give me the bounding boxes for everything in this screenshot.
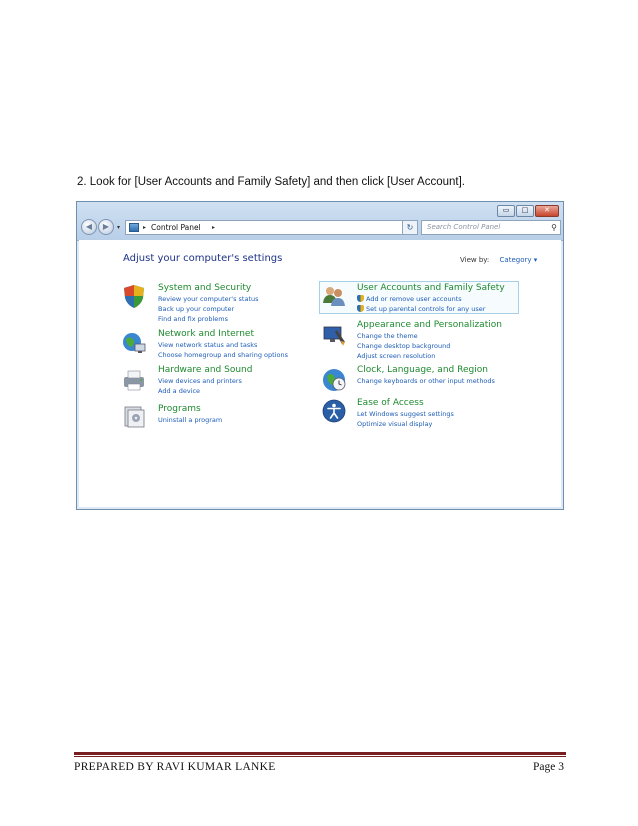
category-link[interactable]: Review your computer's status	[158, 294, 259, 304]
network-icon	[123, 333, 146, 353]
link-label: Set up parental controls for any user	[366, 305, 486, 313]
category-title[interactable]: System and Security	[158, 282, 259, 294]
category-appearance-and-personalization: Appearance and Personalization Change th…	[357, 319, 502, 361]
footer-rule	[74, 752, 566, 755]
back-button[interactable]: ◀	[81, 219, 97, 235]
category-clock-language-and-region: Clock, Language, and Region Change keybo…	[357, 364, 495, 386]
search-placeholder: Search Control Panel	[427, 223, 501, 231]
category-hardware-and-sound: Hardware and Sound View devices and prin…	[158, 364, 252, 396]
title-bar: ▭ □ ✕ ◀ ▶ ▾ ▸ Control Panel ▸ ▾ ↻ Search…	[77, 202, 563, 241]
uac-shield-icon	[357, 295, 364, 302]
users-icon	[323, 287, 345, 306]
category-link[interactable]: Adjust screen resolution	[357, 351, 502, 361]
category-link[interactable]: Choose homegroup and sharing options	[158, 350, 288, 360]
view-by-dropdown[interactable]: Category ▾	[500, 256, 538, 264]
refresh-button[interactable]: ↻	[402, 220, 418, 235]
printer-icon	[124, 370, 144, 391]
shield-icon	[124, 285, 144, 308]
ease-of-access-icon	[322, 399, 346, 423]
category-title[interactable]: Programs	[158, 403, 222, 415]
category-link[interactable]: Let Windows suggest settings	[357, 409, 454, 419]
category-link[interactable]: Set up parental controls for any user	[357, 304, 505, 314]
category-title[interactable]: Appearance and Personalization	[357, 319, 502, 331]
category-link[interactable]: Optimize visual display	[357, 419, 454, 429]
breadcrumb-chevron-icon[interactable]: ▸	[212, 221, 215, 234]
category-title[interactable]: Clock, Language, and Region	[357, 364, 495, 376]
address-bar[interactable]: ▸ Control Panel ▸ ▾	[125, 220, 415, 235]
category-link[interactable]: Add a device	[158, 386, 252, 396]
content-pane: Adjust your computer's settings View by:…	[79, 240, 561, 507]
category-programs: Programs Uninstall a program	[158, 403, 222, 425]
category-link[interactable]: Add or remove user accounts	[357, 294, 505, 304]
category-link[interactable]: Change keyboards or other input methods	[357, 376, 495, 386]
category-ease-of-access: Ease of Access Let Windows suggest setti…	[357, 397, 454, 429]
link-label: Add or remove user accounts	[366, 295, 462, 303]
category-link[interactable]: Uninstall a program	[158, 415, 222, 425]
category-title[interactable]: Hardware and Sound	[158, 364, 252, 376]
category-link[interactable]: Change the theme	[357, 331, 502, 341]
category-link[interactable]: View devices and printers	[158, 376, 252, 386]
minimize-button[interactable]: ▭	[497, 205, 515, 217]
globe-clock-icon	[323, 369, 346, 391]
close-button[interactable]: ✕	[535, 205, 559, 217]
appearance-icon	[323, 326, 345, 346]
view-by: View by: Category ▾	[460, 256, 537, 264]
category-link[interactable]: Back up your computer	[158, 304, 259, 314]
page-title: Adjust your computer's settings	[123, 253, 283, 264]
control-panel-window: ▭ □ ✕ ◀ ▶ ▾ ▸ Control Panel ▸ ▾ ↻ Search…	[76, 201, 564, 510]
category-network-and-internet: Network and Internet View network status…	[158, 328, 288, 360]
breadcrumb-control-panel[interactable]: Control Panel	[151, 221, 201, 234]
forward-button[interactable]: ▶	[98, 219, 114, 235]
programs-icon	[124, 406, 145, 428]
category-title[interactable]: Ease of Access	[357, 397, 454, 409]
search-input[interactable]: Search Control Panel ⚲	[421, 220, 561, 235]
category-system-and-security: System and Security Review your computer…	[158, 282, 259, 324]
window-controls: ▭ □ ✕	[497, 205, 559, 217]
category-link[interactable]: View network status and tasks	[158, 340, 288, 350]
category-user-accounts-and-family-safety: User Accounts and Family Safety Add or r…	[357, 282, 505, 314]
breadcrumb-chevron-icon[interactable]: ▸	[143, 221, 146, 234]
search-icon[interactable]: ⚲	[551, 221, 557, 234]
instruction-text: 2. Look for [User Accounts and Family Sa…	[77, 176, 465, 188]
page-number: Page 3	[533, 761, 564, 773]
maximize-button[interactable]: □	[516, 205, 534, 217]
footer-author: PREPARED BY RAVI KUMAR LANKE	[74, 761, 276, 773]
category-title[interactable]: User Accounts and Family Safety	[357, 282, 505, 294]
recent-pages-dropdown[interactable]: ▾	[117, 224, 120, 231]
view-by-label: View by:	[460, 256, 490, 264]
category-link[interactable]: Find and fix problems	[158, 314, 259, 324]
category-title[interactable]: Network and Internet	[158, 328, 288, 340]
control-panel-icon	[129, 223, 139, 232]
category-link[interactable]: Change desktop background	[357, 341, 502, 351]
uac-shield-icon	[357, 305, 364, 312]
footer-rule	[74, 756, 566, 757]
